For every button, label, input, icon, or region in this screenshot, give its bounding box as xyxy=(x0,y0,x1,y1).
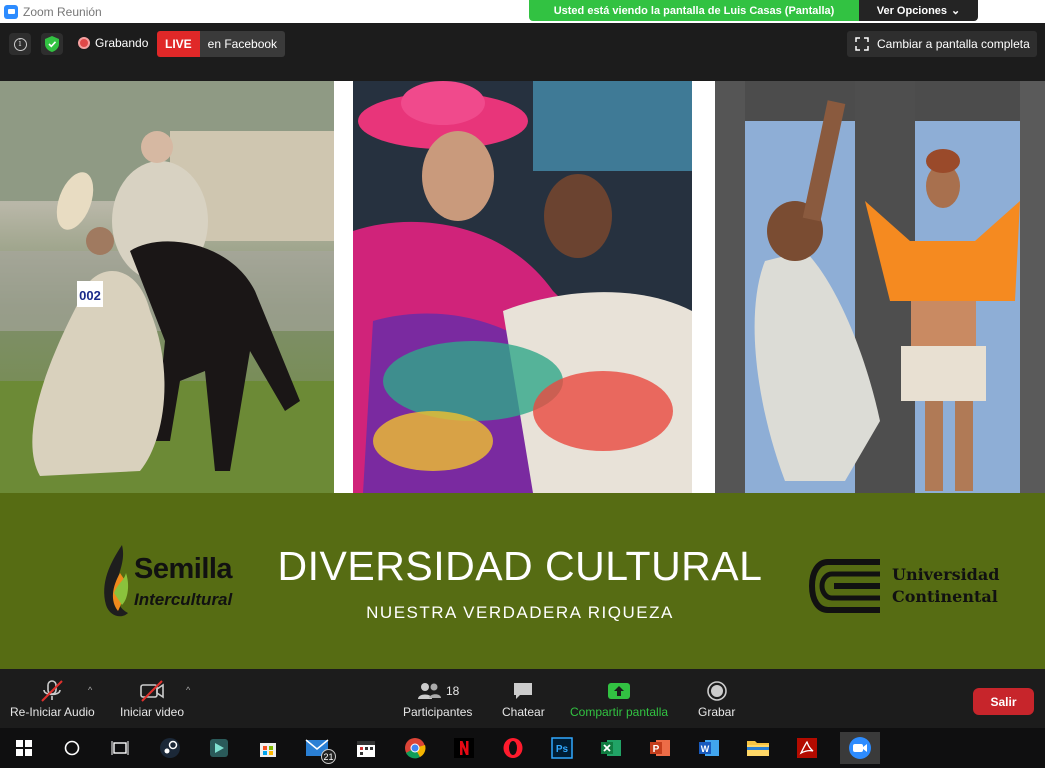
live-platform: en Facebook xyxy=(199,31,286,57)
live-stream-badge[interactable]: LIVE en Facebook xyxy=(157,31,286,57)
zoom-icon[interactable] xyxy=(840,732,880,764)
photo-amazonian-dancers xyxy=(715,81,1045,493)
uc-emblem-icon xyxy=(808,559,880,613)
recording-dot-icon xyxy=(78,37,90,49)
participants-label: Participantes xyxy=(403,705,473,719)
mail-unread-badge: 21 xyxy=(321,749,336,764)
word-icon[interactable]: W xyxy=(693,732,725,764)
windows-taskbar: 21 Ps P W xyxy=(0,728,1045,768)
meeting-controls: Re-Iniciar Audio ^ Iniciar video ^ 18 Pa… xyxy=(0,669,1045,728)
security-button[interactable] xyxy=(41,33,63,55)
semilla-logo-line2: Intercultural xyxy=(134,590,233,609)
task-view-icon[interactable] xyxy=(104,732,136,764)
record-button[interactable]: Grabar xyxy=(698,677,735,719)
uc-logo-line1: Universidad xyxy=(892,565,1000,584)
expand-icon xyxy=(855,37,869,51)
leave-label: Salir xyxy=(990,694,1017,709)
photo-marinera-horse: 002 xyxy=(0,81,334,493)
recording-label: Grabando xyxy=(95,36,149,50)
search-circle-icon[interactable] xyxy=(56,732,88,764)
audio-button[interactable]: Re-Iniciar Audio xyxy=(10,677,95,719)
amazonian-dancers-illustration xyxy=(715,81,1045,493)
view-options-button[interactable]: Ver Opciones ⌄ xyxy=(859,0,978,21)
meeting-info-button[interactable]: i xyxy=(9,33,31,55)
store-icon[interactable] xyxy=(252,732,284,764)
share-screen-icon xyxy=(608,683,631,699)
slide-subtitle: NUESTRA VERDADERA RIQUEZA xyxy=(366,603,674,622)
photoshop-icon[interactable]: Ps xyxy=(546,732,578,764)
calendar-icon[interactable] xyxy=(350,732,382,764)
mail-icon[interactable]: 21 xyxy=(301,732,336,764)
video-label: Iniciar video xyxy=(120,705,185,719)
audio-options-caret-icon[interactable]: ^ xyxy=(88,685,92,695)
slide-banner: Semilla Intercultural DIVERSIDAD CULTURA… xyxy=(0,493,1045,669)
svg-text:P: P xyxy=(653,744,660,755)
shared-screen: 002 Semilla Intercultural DIVERSIDAD CUL… xyxy=(0,81,1045,669)
fullscreen-button[interactable]: Cambiar a pantalla completa xyxy=(847,31,1037,57)
muted-microphone-icon xyxy=(41,680,64,702)
chrome-icon[interactable] xyxy=(399,732,431,764)
excel-icon[interactable] xyxy=(595,732,627,764)
zoom-app-icon xyxy=(4,4,18,19)
record-icon xyxy=(706,681,727,701)
chat-bubble-icon xyxy=(514,683,533,699)
meeting-top-bar: i Grabando LIVE en Facebook Cambiar a pa… xyxy=(0,23,1045,81)
leave-meeting-button[interactable]: Salir xyxy=(973,688,1034,715)
opera-icon[interactable] xyxy=(497,732,529,764)
powerpoint-icon[interactable]: P xyxy=(644,732,676,764)
steam-icon[interactable] xyxy=(154,732,186,764)
share-banner-message: Usted está viendo la pantalla de Luis Ca… xyxy=(529,0,859,21)
universidad-continental-logo: Universidad Continental xyxy=(808,558,1008,614)
video-off-icon xyxy=(140,680,164,702)
dancing-couple-illustration xyxy=(353,81,692,493)
video-button[interactable]: Iniciar video xyxy=(120,677,184,719)
bib-number: 002 xyxy=(79,288,101,303)
chat-label: Chatear xyxy=(502,705,545,719)
svg-text:W: W xyxy=(701,744,710,754)
participants-icon xyxy=(418,683,441,699)
chat-button[interactable]: Chatear xyxy=(502,677,545,719)
chevron-down-icon: ⌄ xyxy=(951,5,961,17)
info-icon: i xyxy=(13,37,27,51)
file-explorer-icon[interactable] xyxy=(742,732,774,764)
window-title: Zoom Reunión xyxy=(23,4,102,19)
record-label: Grabar xyxy=(698,705,736,719)
filmora-icon[interactable] xyxy=(203,732,235,764)
windows-start-icon[interactable] xyxy=(8,732,40,764)
shield-icon xyxy=(45,36,59,52)
acrobat-icon[interactable] xyxy=(791,732,823,764)
view-options-label: Ver Opciones xyxy=(876,4,948,17)
netflix-icon[interactable] xyxy=(448,732,480,764)
photo-dancing-couple xyxy=(353,81,692,493)
participants-count: 18 xyxy=(446,684,460,698)
slide-title: DIVERSIDAD CULTURAL xyxy=(277,543,763,589)
share-banner: Usted está viendo la pantalla de Luis Ca… xyxy=(529,0,978,21)
recording-indicator[interactable]: Grabando xyxy=(78,36,148,50)
semilla-logo-line1: Semilla xyxy=(134,553,233,585)
uc-logo-line2: Continental xyxy=(892,587,998,606)
semilla-intercultural-logo: Semilla Intercultural xyxy=(100,543,240,623)
share-screen-label: Compartir pantalla xyxy=(570,705,669,719)
share-screen-button[interactable]: Compartir pantalla xyxy=(570,677,668,719)
video-options-caret-icon[interactable]: ^ xyxy=(186,685,190,695)
participants-button[interactable]: 18 Participantes xyxy=(403,677,472,719)
audio-label: Re-Iniciar Audio xyxy=(10,705,95,719)
live-label: LIVE xyxy=(157,31,200,57)
fullscreen-label: Cambiar a pantalla completa xyxy=(877,37,1030,51)
svg-text:Ps: Ps xyxy=(556,744,569,755)
marinera-illustration: 002 xyxy=(0,81,334,493)
